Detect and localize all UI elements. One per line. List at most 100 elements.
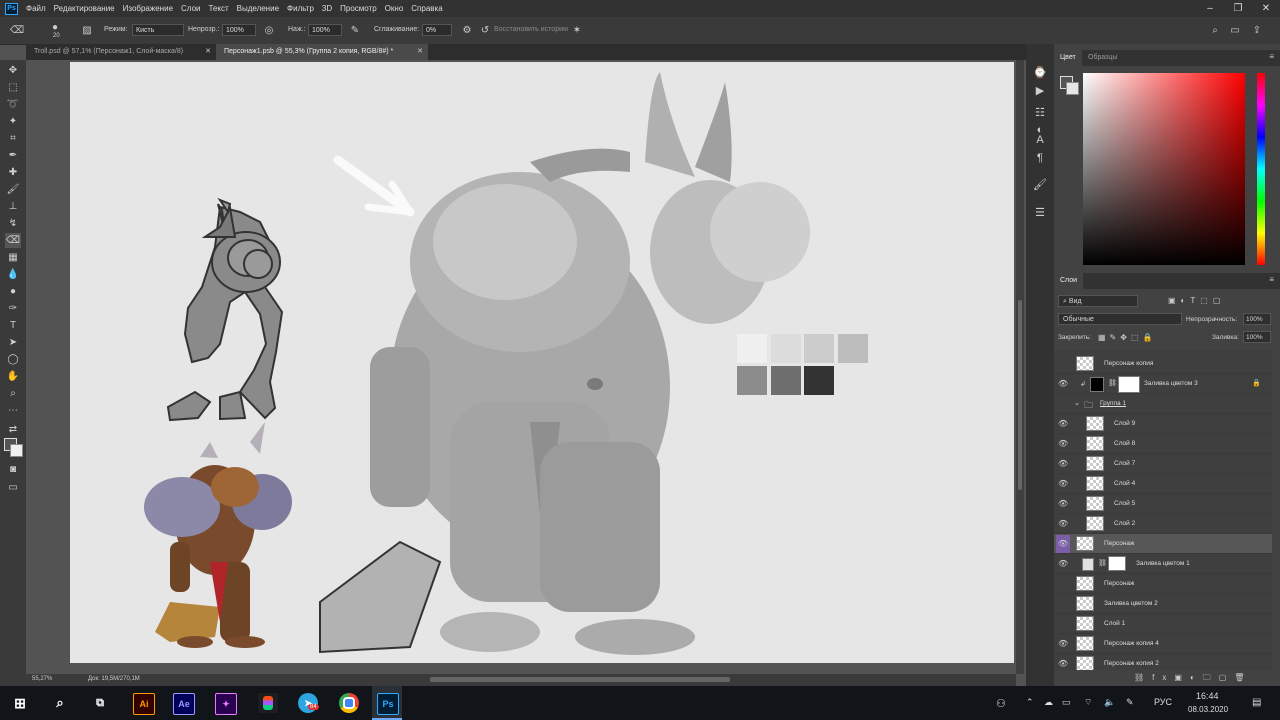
windows-start-icon[interactable]: ⊞ [10,693,30,713]
close-icon[interactable]: ✕ [1252,0,1280,17]
menu-image[interactable]: Изображение [123,4,173,13]
healing-brush-icon[interactable]: ✚ [5,165,21,180]
brush-preset-icon[interactable]: ● [48,20,62,34]
layer-filter-select[interactable]: ⌕ Вид [1058,295,1138,307]
wifi-icon[interactable]: ⌔ [1084,697,1092,708]
visibility-toggle[interactable] [1058,360,1068,368]
screen-mode-icon[interactable]: ▭ [5,480,21,495]
premiere-icon[interactable]: ✦ [215,693,237,715]
visibility-toggle[interactable]: 👁 [1058,640,1068,648]
swap-colors-icon[interactable]: ⇄ [5,422,21,437]
close-icon[interactable]: ✕ [417,44,423,60]
hue-slider[interactable] [1257,73,1265,265]
visibility-toggle[interactable]: 👁 [1058,560,1068,568]
photoshop-icon[interactable]: Ps [377,693,399,715]
layer-name[interactable]: Персонаж копия 4 [1104,640,1159,647]
properties-panel-icon[interactable]: ☷ [1032,104,1048,120]
tab-color[interactable]: Цвет [1054,50,1082,66]
crop-tool-icon[interactable]: ⌗ [5,131,21,146]
layer-row[interactable]: 👁 Слой 5 [1054,494,1272,514]
chrome-icon[interactable] [339,693,359,713]
layer-row[interactable]: Персонаж копия [1054,354,1272,374]
restore-history-label[interactable]: Восстановить историю [494,26,568,33]
menu-3d[interactable]: 3D [322,4,332,13]
character-panel-icon[interactable]: A [1032,132,1048,148]
minimize-icon[interactable]: – [1196,0,1224,17]
tab-layers[interactable]: Слои [1054,273,1084,289]
layer-name[interactable]: Слой 2 [1114,520,1135,527]
layer-row[interactable]: 👁 Слой 8 [1054,434,1272,454]
illustrator-icon[interactable]: Ai [133,693,155,715]
layer-row[interactable]: 👁 Персонаж [1054,534,1272,554]
layer-name[interactable]: Слой 7 [1114,460,1135,467]
layer-row[interactable]: 👁 Слой 7 [1054,454,1272,474]
blend-mode-select[interactable]: Обычные [1058,313,1182,325]
share-icon[interactable]: ⇪ [1250,23,1264,37]
people-icon[interactable]: ⚇ [996,697,1006,710]
notifications-icon[interactable]: ▤ [1252,697,1261,708]
pen-icon[interactable]: ✎ [1126,697,1134,708]
language-indicator[interactable]: РУС [1154,697,1172,707]
visibility-toggle[interactable]: 👁 [1058,520,1068,528]
shape-tool-icon[interactable]: ◯ [5,352,21,367]
history-brush-icon[interactable]: ↺ [478,23,492,37]
volume-icon[interactable]: 🔈 [1104,697,1115,708]
layer-name[interactable]: Группа 1 [1100,400,1126,407]
panel-menu-icon[interactable]: ≡ [1269,275,1274,284]
background-color-chip[interactable] [1066,82,1079,95]
layer-name[interactable]: Заливка цветом 2 [1104,600,1158,607]
task-view-icon[interactable]: ⧉ [90,693,110,713]
visibility-toggle[interactable] [1058,620,1068,628]
chevron-up-icon[interactable]: ⌃ [1026,697,1034,708]
smoothing-field[interactable]: 0% [422,24,452,36]
horizontal-scrollbar-thumb[interactable] [430,677,730,682]
actions-panel-icon[interactable]: ▶ [1032,82,1048,98]
menu-select[interactable]: Выделение [237,4,279,13]
layer-filter-icons[interactable]: ▣◐T⬚▢ [1168,296,1225,305]
layer-row[interactable]: 👁 Слой 4 [1054,474,1272,494]
airbrush-icon[interactable]: ✎ [348,23,362,37]
menu-file[interactable]: Файл [26,4,46,13]
flow-field[interactable]: 100% [308,24,342,36]
pressure-opacity-icon[interactable]: ◎ [262,23,276,37]
eraser-tool-icon[interactable]: ⌫ [5,233,21,248]
visibility-toggle[interactable]: 👁 [1058,420,1068,428]
layer-name[interactable]: Слой 1 [1104,620,1125,627]
gradient-tool-icon[interactable]: ▦ [5,250,21,265]
layer-row[interactable]: Заливка цветом 2 [1054,594,1272,614]
layer-name[interactable]: Слой 4 [1114,480,1135,487]
move-tool-icon[interactable]: ✥ [5,63,21,78]
search-icon[interactable]: ⌕ [50,693,70,713]
vertical-scrollbar[interactable] [1016,60,1024,674]
menu-filter[interactable]: Фильтр [287,4,314,13]
more-tools-icon[interactable]: ⋯ [5,403,21,418]
paragraph-panel-icon[interactable]: ¶ [1032,150,1048,166]
visibility-toggle[interactable]: 👁 [1058,440,1068,448]
menu-layers[interactable]: Слои [181,4,200,13]
brush-tool-icon[interactable]: 🖌 [5,182,21,197]
symmetry-icon[interactable]: ✶ [570,23,584,37]
layer-opacity-field[interactable]: 100% [1243,313,1271,325]
maximize-icon[interactable]: ❐ [1224,0,1252,17]
visibility-toggle[interactable]: 👁 [1058,380,1068,388]
layer-group-row[interactable]: ⌄ 🗀 Группа 1 [1054,394,1272,414]
visibility-toggle[interactable]: 👁 [1056,535,1070,553]
layer-row[interactable]: 👁 Персонаж копия 2 [1054,654,1272,670]
layer-name[interactable]: Персонаж [1104,540,1134,547]
mode-select[interactable]: Кисть [132,24,184,36]
brushes-panel-icon[interactable]: 🖌 [1032,176,1048,192]
menu-view[interactable]: Просмотр [340,4,377,13]
layer-name[interactable]: Слой 8 [1114,440,1135,447]
figma-icon[interactable] [258,693,278,713]
zoom-tool-icon[interactable]: ⌕ [5,386,21,401]
layer-name[interactable]: Слой 5 [1114,500,1135,507]
clock-time[interactable]: 16:44 [1196,691,1219,701]
gear-icon[interactable]: ⚙ [460,23,474,37]
lock-icons[interactable]: ▦✎✥⬚🔒 [1098,333,1156,342]
opacity-field[interactable]: 100% [222,24,256,36]
layer-fill-field[interactable]: 100% [1243,331,1271,343]
layer-row[interactable]: 👁 Слой 2 [1054,514,1272,534]
layer-actions-icons[interactable]: ⛓fx▣◐🗀▢🗑 [1134,672,1252,686]
eraser-tool-icon[interactable]: ⌫ [10,23,24,37]
after-effects-icon[interactable]: Ae [173,693,195,715]
